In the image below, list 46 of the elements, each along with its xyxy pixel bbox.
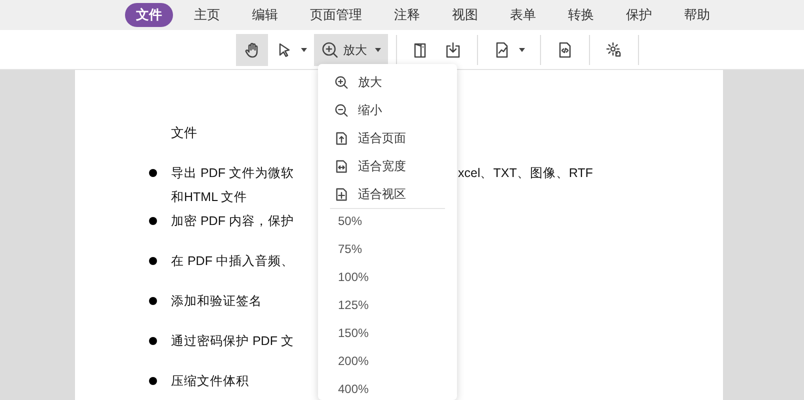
bullet-icon [149,337,157,345]
menu-tab[interactable]: 转换 [557,3,605,27]
menu-item[interactable]: 适合宽度 [318,152,457,180]
zoom-in-icon [321,40,339,58]
menu-tab[interactable]: 文件 [125,3,173,27]
bullet-text: 加密 PDF 内容，保护 [171,213,294,230]
download-icon [444,40,462,58]
fit-width-icon [334,158,349,174]
zoom-level-option[interactable]: 75% [338,239,362,259]
zoom-level-option[interactable]: 150% [338,323,369,343]
menu-tab[interactable]: 表单 [499,3,547,27]
menu-item[interactable]: 放大 [318,68,457,96]
bullet-text: 通过密码保护 PDF 文 [171,333,294,350]
bullet-text: 压缩文件体积 [171,373,249,390]
bullet-text: xcel、TXT、图像、RTF [458,165,593,182]
menu-tab[interactable]: 页面管理 [299,3,373,27]
zoom-in-icon [334,74,349,90]
zoom-out-icon [334,102,349,118]
menu-tab[interactable]: 编辑 [241,3,289,27]
zoom-level-option[interactable]: 125% [338,295,369,315]
bullet-text: 导出 PDF 文件为微软 [171,165,294,182]
menu-tab[interactable]: 主页 [183,3,231,27]
toolbar-button[interactable]: 放大 [314,34,388,66]
toolbar-button[interactable] [236,34,268,66]
bullet-text: 添加和验证签名 [171,293,262,310]
fit-page-icon [334,130,349,146]
document-heading: 文件 [171,124,197,142]
menu-tab[interactable]: 保护 [615,3,663,27]
menu-item[interactable]: 缩小 [318,96,457,124]
bullet-icon [149,169,157,177]
zoom-level-option[interactable]: 400% [338,379,369,399]
menu-item[interactable]: 适合页面 [318,124,457,152]
menu-tab[interactable]: 注释 [383,3,431,27]
bullet-icon [149,257,157,265]
bullet-icon [149,217,157,225]
menu-tab[interactable]: 帮助 [673,3,721,27]
bullet-text: 在 PDF 中插入音频、 [171,253,294,270]
bullet-text: 和HTML 文件 [171,189,248,206]
menu-item[interactable]: 适合视区 [318,180,457,208]
zoom-level-option[interactable]: 100% [338,267,369,287]
zoom-level-option[interactable]: 50% [338,211,362,231]
zoom-level-option[interactable]: 200% [338,351,369,371]
fit-visible-icon [334,186,349,202]
bullet-icon [149,377,157,385]
menu-tab[interactable]: 视图 [441,3,489,27]
bullet-icon [149,297,157,305]
